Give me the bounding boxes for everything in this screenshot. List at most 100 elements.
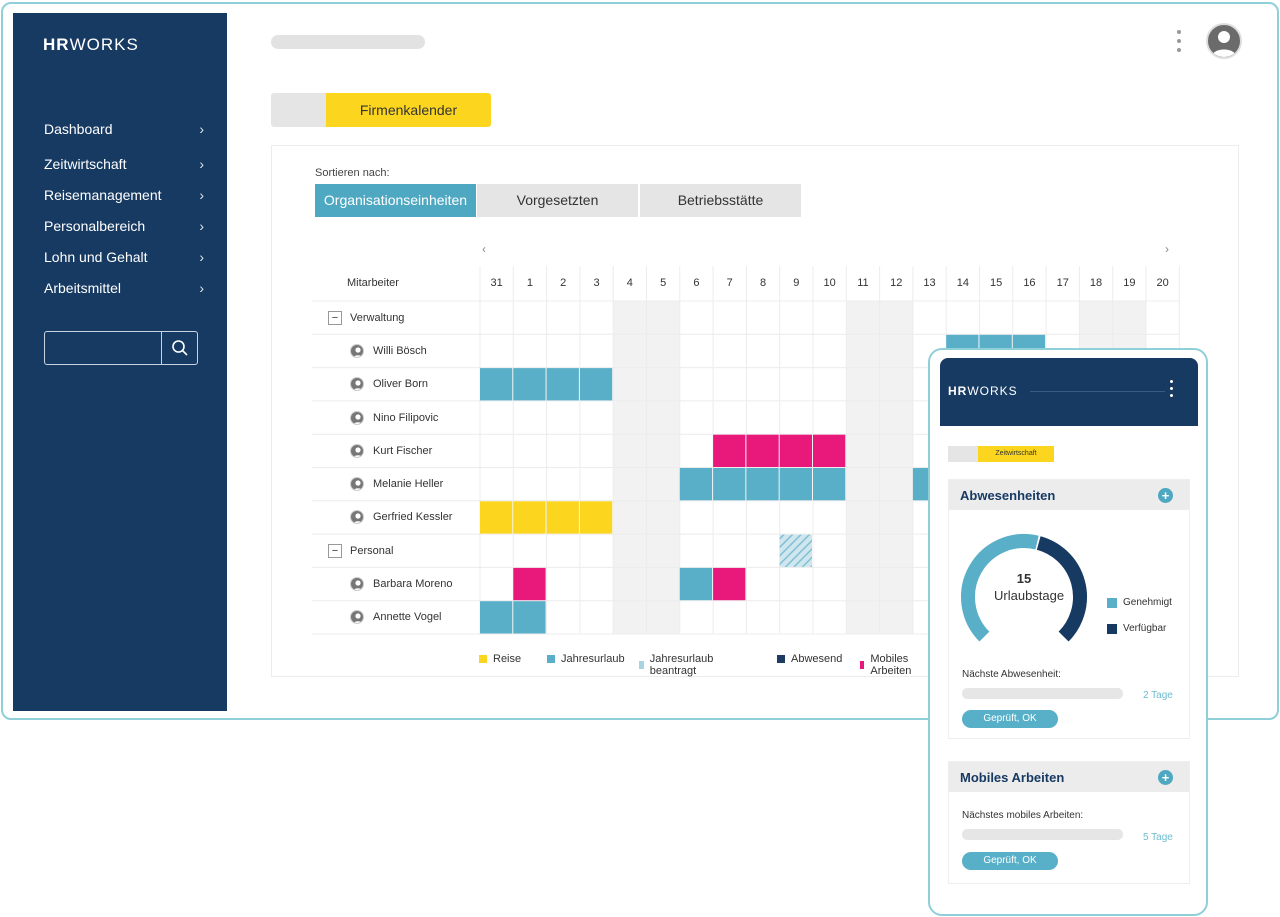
day-header: 20: [1156, 277, 1169, 289]
calendar-entry-jahresurlaub[interactable]: [480, 601, 513, 634]
sidebar-item-lohn-und-gehalt[interactable]: Lohn und Gehalt ›: [44, 241, 204, 272]
employee-row[interactable]: Annette Vogel: [350, 607, 442, 627]
absence-status-badge[interactable]: Geprüft, OK: [962, 710, 1058, 728]
module-tabs: Firmenkalender: [271, 93, 491, 127]
calendar-entry-reise[interactable]: [480, 501, 513, 534]
add-mobile-work-icon[interactable]: +: [1158, 769, 1173, 785]
hrworks-logo[interactable]: HRWORKS: [43, 35, 139, 55]
more-options-icon[interactable]: [1177, 30, 1183, 57]
legend-approved: Genehmigt: [1107, 597, 1172, 608]
day-header: 7: [726, 277, 733, 289]
search-box: [44, 331, 198, 365]
sidebar-item-zeitwirtschaft[interactable]: Zeitwirtschaft ›: [44, 148, 204, 179]
chevron-right-icon: ›: [199, 217, 204, 234]
calendar-entry-reise[interactable]: [546, 501, 579, 534]
mobile-tabs: Zeitwirtschaft: [948, 446, 1056, 462]
calendar-entry-mobiles[interactable]: [813, 434, 846, 467]
group-row: − Personal: [328, 541, 393, 561]
legend-item: Mobiles Arbeiten: [860, 653, 915, 677]
employee-row[interactable]: Kurt Fischer: [350, 441, 432, 461]
sidebar-item-label: Arbeitsmittel: [44, 279, 122, 296]
row-label-text: Annette Vogel: [373, 611, 442, 624]
legend-label: Jahresurlaub beantragt: [649, 653, 714, 677]
sidebar-item-dashboard[interactable]: Dashboard ›: [44, 113, 204, 144]
user-avatar[interactable]: [1206, 23, 1242, 59]
employee-row[interactable]: Barbara Moreno: [350, 574, 453, 594]
page-title-placeholder: [271, 35, 425, 49]
mobile-menu-icon[interactable]: [1170, 380, 1173, 401]
calendar-entry-reise[interactable]: [579, 501, 613, 534]
calendar-entry-jahresurlaub[interactable]: [679, 567, 713, 601]
chevron-right-icon: ›: [199, 155, 204, 172]
mobile-tab-blank[interactable]: [948, 446, 980, 462]
calendar-entry-mobiles[interactable]: [713, 567, 746, 601]
search-icon[interactable]: [171, 339, 189, 357]
calendar-entry-jahresurlaub[interactable]: [513, 368, 546, 401]
employee-row[interactable]: Willi Bösch: [350, 341, 427, 361]
sidebar-nav: Dashboard › Zeitwirtschaft › Reisemanageme…: [44, 113, 204, 303]
calendar-entry-jahresurlaub[interactable]: [746, 468, 779, 501]
legend-item: Jahresurlaub beantragt: [639, 653, 717, 677]
search-divider: [161, 332, 162, 364]
tab-blank[interactable]: [271, 93, 327, 127]
calendar-entry-jahresurlaub[interactable]: [813, 468, 846, 501]
day-header: 13: [923, 277, 936, 289]
employee-row[interactable]: Oliver Born: [350, 374, 428, 394]
group-row: − Verwaltung: [328, 308, 404, 328]
day-header: 5: [660, 277, 667, 289]
absences-title: Abwesenheiten: [960, 487, 1056, 503]
add-absence-icon[interactable]: +: [1158, 487, 1173, 503]
sidebar-item-label: Personalbereich: [44, 217, 146, 234]
sidebar-item-label: Reisemanagement: [44, 186, 162, 203]
calendar-entry-mobiles[interactable]: [713, 434, 746, 467]
tab-firmenkalender[interactable]: Firmenkalender: [326, 93, 491, 127]
next-absence-label: Nächste Abwesenheit:: [962, 669, 1061, 680]
day-header: 16: [1023, 277, 1036, 289]
mobile-work-title: Mobiles Arbeiten: [960, 769, 1065, 785]
calendar-entry-jahresurlaub[interactable]: [713, 468, 746, 501]
row-label-text: Verwaltung: [350, 311, 405, 324]
search-input[interactable]: [45, 332, 159, 364]
sidebar-item-label: Zeitwirtschaft: [44, 155, 127, 172]
sidebar-item-reisemanagement[interactable]: Reisemanagement ›: [44, 179, 204, 210]
mobile-header: HRWORKS: [940, 358, 1198, 426]
day-header: 17: [1056, 277, 1069, 289]
calendar-entry-jahresurlaub[interactable]: [480, 368, 513, 401]
calendar-entry-beantragt[interactable]: [779, 534, 812, 567]
day-header: 11: [857, 277, 869, 289]
chevron-right-icon: ›: [199, 248, 204, 265]
person-icon: [350, 410, 364, 425]
absences-card: Abwesenheiten + 15 Urlaubstage Genehmigt…: [948, 479, 1190, 739]
calendar-entry-jahresurlaub[interactable]: [679, 468, 713, 501]
mobile-tab-zeitwirtschaft[interactable]: Zeitwirtschaft: [978, 446, 1054, 462]
calendar-entry-reise[interactable]: [513, 501, 546, 534]
person-icon: [350, 377, 364, 392]
collapse-icon[interactable]: −: [328, 310, 342, 325]
mobile-work-card-header: Mobiles Arbeiten +: [949, 762, 1189, 792]
sidebar-item-personalbereich[interactable]: Personalbereich ›: [44, 210, 204, 241]
employee-row[interactable]: Gerfried Kessler: [350, 507, 452, 527]
employee-row[interactable]: Nino Filipovic: [350, 408, 438, 428]
legend-swatch: [1107, 597, 1117, 608]
mobile-device: HRWORKS Zeitwirtschaft Abwesenheiten + 1…: [928, 348, 1208, 916]
sidebar-item-arbeitsmittel[interactable]: Arbeitsmittel ›: [44, 272, 204, 303]
day-header: 4: [626, 277, 633, 289]
calendar-entry-jahresurlaub[interactable]: [513, 601, 546, 634]
calendar-entry-jahresurlaub[interactable]: [779, 468, 812, 501]
calendar-entry-jahresurlaub[interactable]: [546, 368, 579, 401]
chevron-right-icon: ›: [199, 279, 204, 296]
vacation-days-count: 15: [1016, 571, 1032, 586]
calendar-entry-mobiles[interactable]: [746, 434, 779, 467]
row-label-text: Gerfried Kessler: [373, 511, 453, 524]
mobile-work-status-badge[interactable]: Geprüft, OK: [962, 852, 1058, 870]
employee-row[interactable]: Melanie Heller: [350, 474, 443, 494]
calendar-entry-mobiles[interactable]: [513, 567, 546, 601]
calendar-entry-mobiles[interactable]: [779, 434, 812, 467]
day-header: 15: [990, 277, 1003, 289]
day-header: 14: [956, 277, 969, 289]
calendar-entry-jahresurlaub[interactable]: [579, 368, 613, 401]
row-label-text: Oliver Born: [373, 378, 429, 391]
mobile-hrworks-logo[interactable]: HRWORKS: [948, 384, 1018, 398]
collapse-icon[interactable]: −: [328, 543, 342, 558]
row-label-text: Barbara Moreno: [373, 578, 453, 591]
